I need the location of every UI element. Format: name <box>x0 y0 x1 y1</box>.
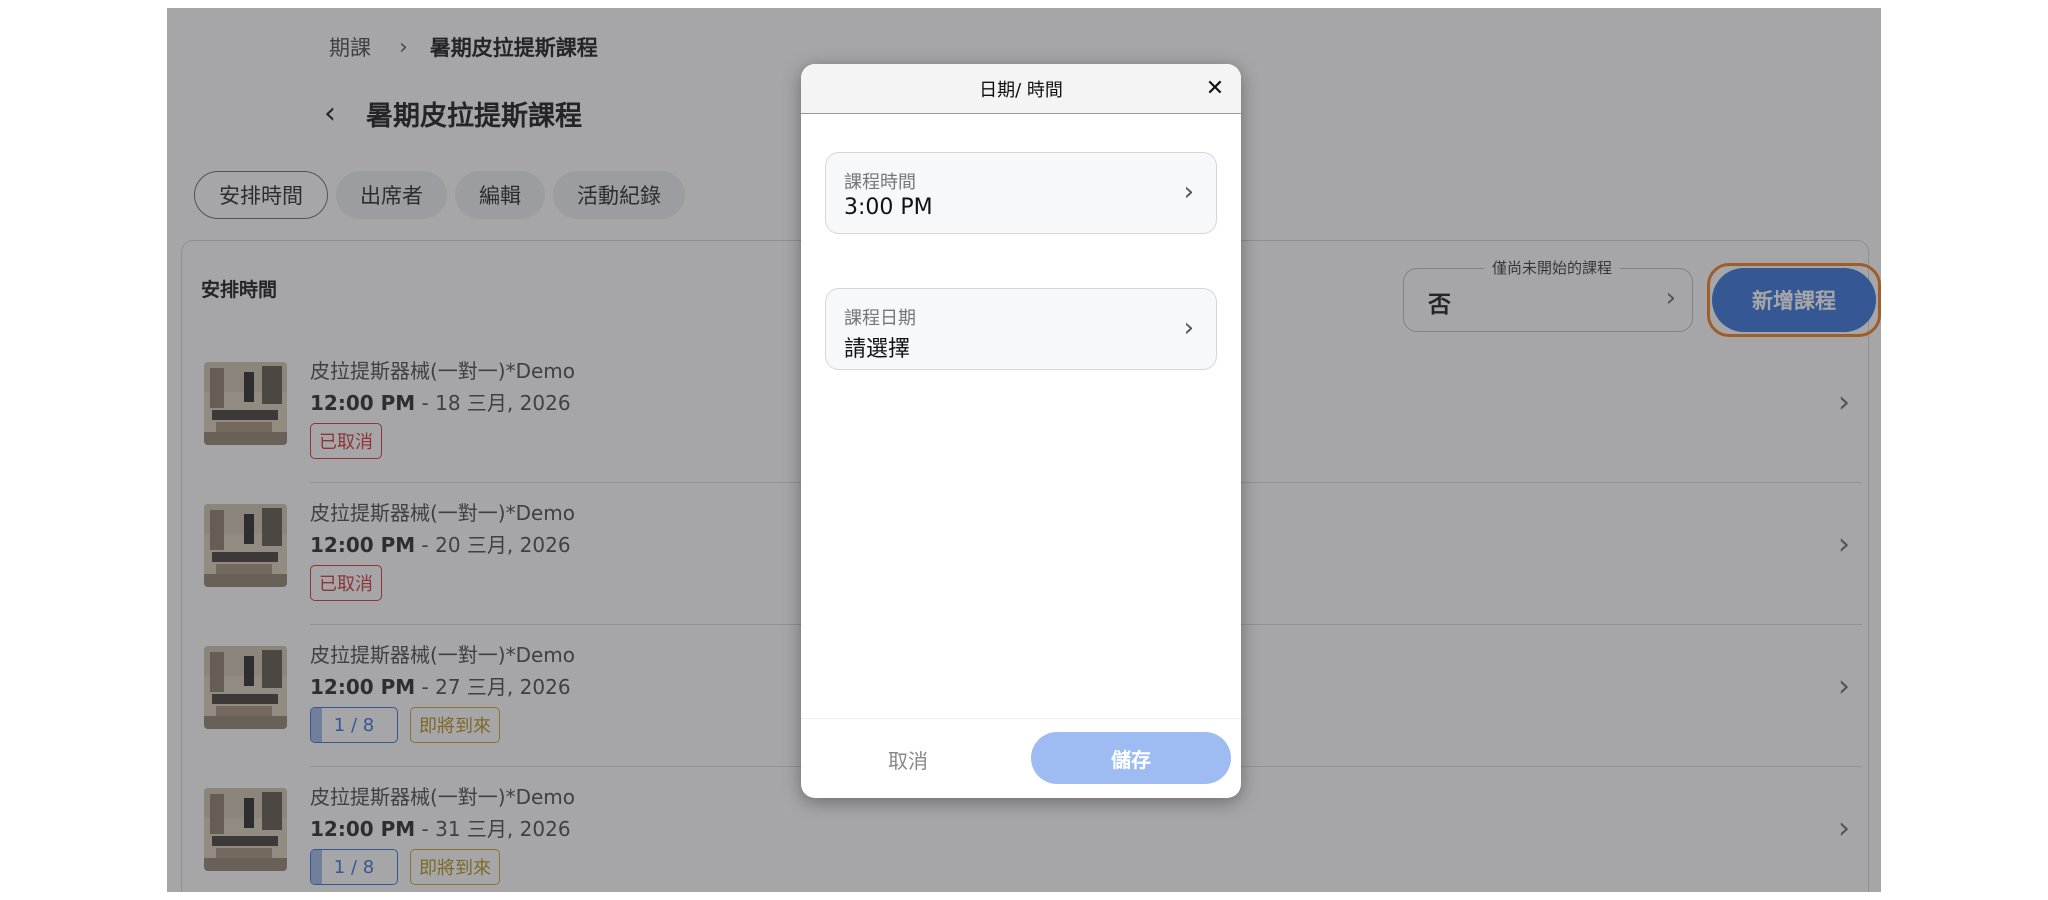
app-window: 期課 › 暑期皮拉提斯課程 ‹ 暑期皮拉提斯課程 安排時間 出席者 編輯 活動紀… <box>167 8 1881 892</box>
course-time-field[interactable]: 課程時間 3:00 PM › <box>825 152 1217 234</box>
save-button[interactable]: 儲存 <box>1031 732 1231 784</box>
course-date-field[interactable]: 課程日期 請選擇 › <box>825 288 1217 370</box>
course-time-value: 3:00 PM <box>844 195 933 220</box>
close-icon[interactable]: ✕ <box>1201 74 1229 102</box>
chevron-right-icon: › <box>1183 313 1194 343</box>
course-time-label: 課程時間 <box>844 172 916 193</box>
cancel-button[interactable]: 取消 <box>863 733 953 785</box>
course-date-label: 課程日期 <box>844 308 916 329</box>
course-date-value: 請選擇 <box>844 337 911 362</box>
modal-footer: 取消 儲存 <box>801 718 1241 798</box>
datetime-modal: 日期/ 時間 ✕ 課程時間 3:00 PM › 課程日期 請選擇 › 取消 儲存 <box>801 64 1241 798</box>
chevron-right-icon: › <box>1183 177 1194 207</box>
modal-header: 日期/ 時間 ✕ <box>801 64 1241 114</box>
modal-title: 日期/ 時間 <box>979 79 1063 101</box>
